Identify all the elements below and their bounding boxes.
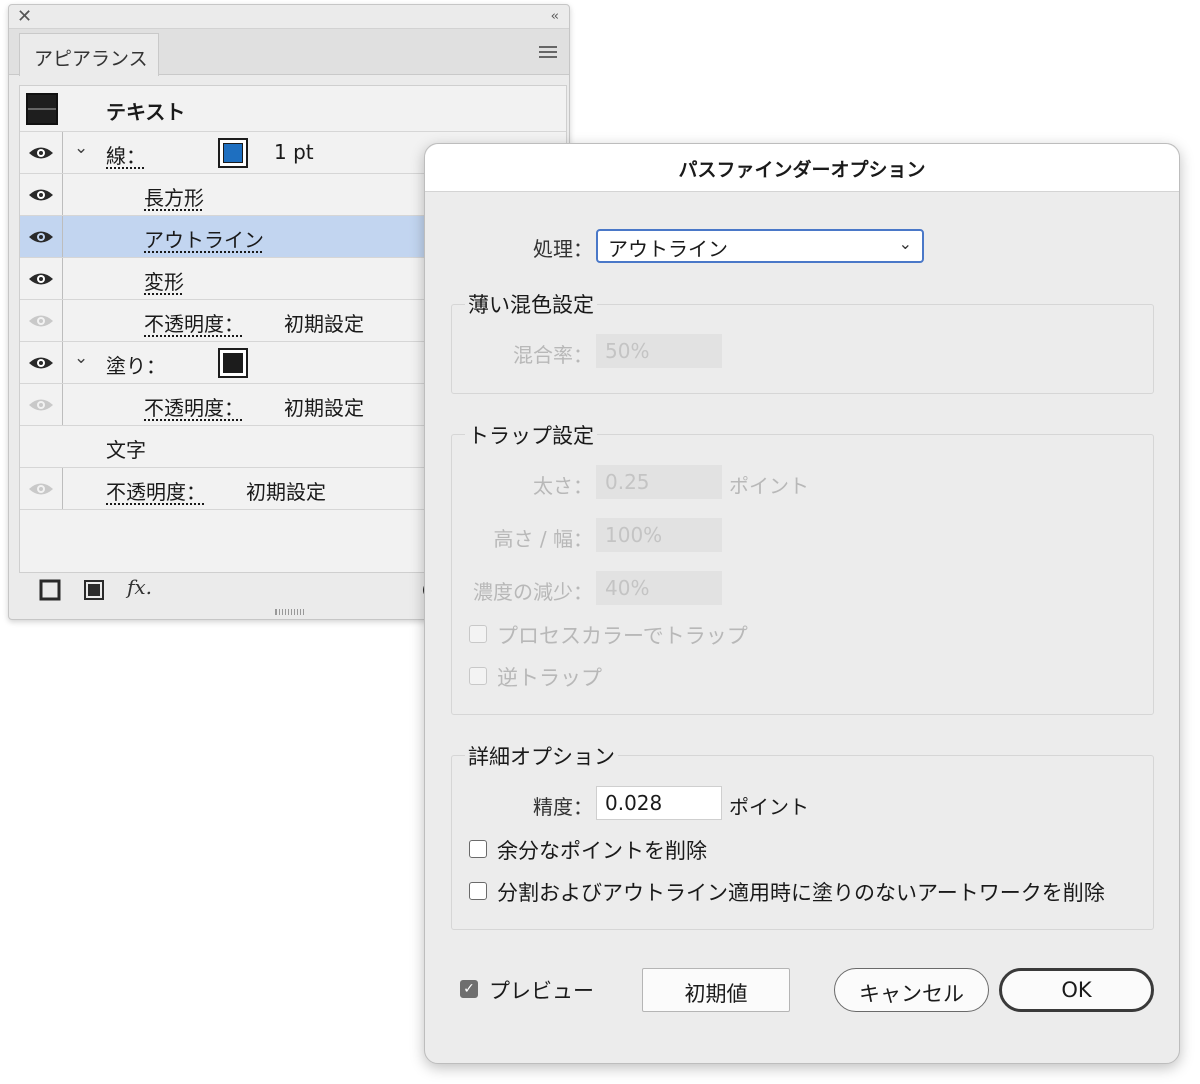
add-new-fill-icon[interactable] [83,579,105,601]
preview-checkbox[interactable]: ✓ [460,980,478,998]
trap-thickness-unit: ポイント [729,474,809,498]
eye-icon[interactable] [26,142,56,164]
operation-selected-value: アウトライン [608,237,728,261]
chevron-down-icon[interactable]: ⌄ [74,348,88,368]
stroke-color-swatch[interactable] [218,138,248,168]
remove-redundant-points-checkbox[interactable] [469,840,487,858]
fx-icon[interactable]: fx. [127,575,152,599]
eye-icon-dimmed[interactable] [26,394,56,416]
reverse-trap-label: 逆トラップ [497,666,602,690]
cancel-button[interactable]: キャンセル [834,968,989,1012]
preview-label: プレビュー [489,979,594,1003]
divide-outline-remove-unpainted-checkbox[interactable] [469,882,487,900]
row-divider [62,468,63,509]
dialog-title: パスファインダーオプション [425,144,1179,192]
precision-label: 精度： [533,795,593,819]
object-thumbnail [26,93,58,125]
reverse-trap-checkbox[interactable] [469,667,487,685]
height-width-input[interactable]: 100% [596,518,722,552]
effect-label-transform[interactable]: 変形 [144,266,184,295]
ok-button[interactable]: OK [999,968,1154,1012]
fill-color-swatch[interactable] [218,348,248,378]
appearance-header-row: テキスト [20,86,566,132]
advanced-options-group-title: 詳細オプション [465,741,618,771]
trap-thickness-label: 太さ： [533,474,593,498]
row-divider [62,174,63,215]
chevron-down-icon: ⌄ [898,234,912,253]
stroke-label[interactable]: 線： [106,140,146,169]
defaults-button[interactable]: 初期値 [642,968,790,1012]
operation-label: 処理： [533,237,593,261]
effect-label-outline[interactable]: アウトライン [144,224,264,253]
trap-thickness-input[interactable]: 0.25 [596,465,722,499]
mix-rate-input[interactable]: 50% [596,334,722,368]
fill-label[interactable]: 塗り： [106,350,166,379]
operation-select[interactable]: アウトライン ⌄ [596,229,924,263]
resize-grip[interactable] [275,609,305,615]
opacity-label[interactable]: 不透明度： [106,476,206,505]
opacity-value: 初期設定 [246,480,326,504]
characters-label[interactable]: 文字 [106,434,146,463]
trap-process-color-checkbox[interactable] [469,625,487,643]
chevron-down-icon[interactable]: ⌄ [74,138,88,158]
opacity-value: 初期設定 [284,396,364,420]
eye-icon[interactable] [26,352,56,374]
divide-outline-remove-unpainted-label: 分割およびアウトライン適用時に塗りのないアートワークを削除 [497,881,1105,905]
panel-menu-icon[interactable] [539,46,557,58]
eye-icon[interactable] [26,184,56,206]
tab-appearance[interactable]: アピアランス [19,33,159,76]
eye-icon[interactable] [26,226,56,248]
panel-titlebar: ✕ ‹‹ [9,5,569,29]
tint-reduction-input[interactable]: 40% [596,571,722,605]
trap-process-color-label: プロセスカラーでトラップ [497,624,748,648]
eye-icon-dimmed[interactable] [26,310,56,332]
row-divider [62,258,63,299]
mix-rate-label: 混合率： [513,343,593,367]
tint-reduction-label: 濃度の減少： [473,580,593,604]
close-icon[interactable]: ✕ [17,7,32,27]
eye-icon-dimmed[interactable] [26,478,56,500]
add-new-stroke-icon[interactable] [39,579,61,601]
row-divider [62,384,63,425]
remove-redundant-points-label: 余分なポイントを削除 [497,839,707,863]
collapse-icon[interactable]: ‹‹ [551,7,560,27]
height-width-label: 高さ / 幅： [493,527,593,551]
panel-tab-strip: アピアランス [9,29,569,76]
pathfinder-options-dialog: パスファインダーオプション 処理： アウトライン ⌄ 薄い混色設定 混合率： 5… [424,143,1180,1064]
row-divider [62,342,63,383]
row-divider [62,132,63,173]
opacity-value: 初期設定 [284,312,364,336]
row-divider [62,216,63,257]
effect-label-rectangle[interactable]: 長方形 [144,182,204,211]
opacity-label[interactable]: 不透明度： [144,392,244,421]
opacity-label[interactable]: 不透明度： [144,308,244,337]
row-divider [62,300,63,341]
mix-soft-group-title: 薄い混色設定 [465,289,597,319]
precision-unit: ポイント [729,795,809,819]
stroke-weight-value[interactable]: 1 pt [274,140,314,164]
eye-icon[interactable] [26,268,56,290]
trap-settings-group-title: トラップ設定 [465,420,597,450]
object-type-label: テキスト [106,100,186,124]
precision-input[interactable]: 0.028 [596,786,722,820]
